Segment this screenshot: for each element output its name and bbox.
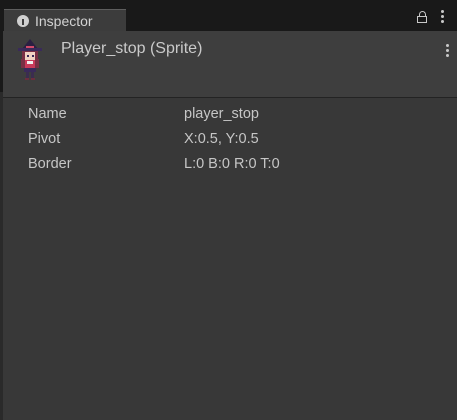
property-label: Pivot [28,131,61,147]
inspector-header: Player_stop (Sprite) [3,31,457,98]
tab-bar: Inspector [0,0,457,32]
component-menu-icon[interactable] [444,44,450,57]
property-value: player_stop [184,106,259,122]
sprite-properties: Name player_stop Pivot X:0.5, Y:0.5 Bord… [3,104,457,179]
tab-label: Inspector [35,13,93,29]
property-row-pivot: Pivot X:0.5, Y:0.5 [3,129,457,154]
inspector-title: Player_stop (Sprite) [61,40,203,57]
property-row-name: Name player_stop [3,104,457,129]
tab-inspector[interactable]: Inspector [4,9,126,32]
left-edge-divider [0,92,3,420]
property-label: Border [28,156,72,172]
property-value: L:0 B:0 R:0 T:0 [184,156,280,172]
property-value: X:0.5, Y:0.5 [184,131,259,147]
inspector-panel: Player_stop (Sprite) Name player_stop Pi… [3,31,457,420]
tab-menu-icon[interactable] [439,10,445,23]
property-label: Name [28,106,67,122]
sprite-thumbnail [18,39,42,80]
tab-tools [417,10,445,23]
info-icon [17,15,29,27]
property-row-border: Border L:0 B:0 R:0 T:0 [3,154,457,179]
lock-icon[interactable] [417,10,427,23]
